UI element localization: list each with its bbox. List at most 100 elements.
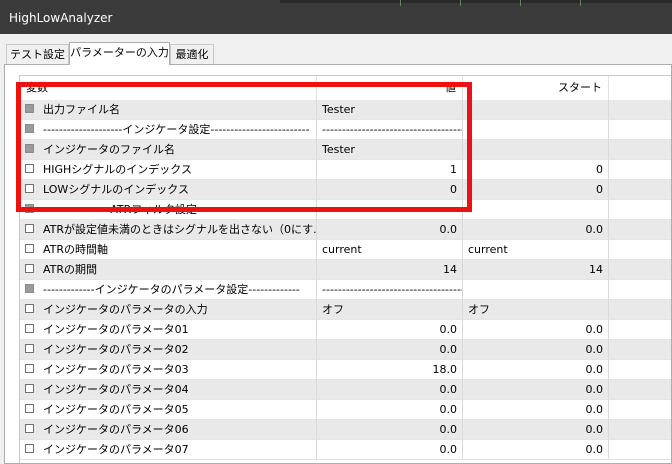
start-cell[interactable] xyxy=(463,200,609,219)
tab-strip: テスト設定 パラメーターの入力 最適化 xyxy=(0,34,672,65)
table-row[interactable]: ATRの期間 14 14 xyxy=(20,260,671,280)
extra-cell xyxy=(609,200,671,219)
column-header-start[interactable]: スタート xyxy=(463,76,609,100)
value-cell[interactable]: ----------------------------------------… xyxy=(317,120,463,139)
table-row[interactable]: HIGHシグナルのインデックス 1 0 xyxy=(20,160,671,180)
parameter-name: インジケータのパラメータの入力 xyxy=(20,300,317,319)
value-cell[interactable]: 0.0 xyxy=(317,380,463,399)
parameter-name: インジケータのパラメータ05 xyxy=(20,400,317,419)
tab-optimization[interactable]: 最適化 xyxy=(170,44,214,64)
value-cell[interactable]: 18.0 xyxy=(317,360,463,379)
parameter-panel: 変数 値 スタート 出力ファイル名 Tester -----------------… xyxy=(4,64,672,464)
table-row[interactable]: -------------インジケータのパラメータ設定-------------… xyxy=(20,280,671,300)
table-row[interactable]: インジケータのパラメータ01 0.0 0.0 xyxy=(20,320,671,340)
table-row[interactable]: インジケータのパラメータ07 0.0 0.0 xyxy=(20,440,671,460)
start-cell[interactable]: 0.0 xyxy=(463,380,609,399)
extra-cell xyxy=(609,320,671,339)
value-cell[interactable]: current xyxy=(317,240,463,259)
start-cell[interactable] xyxy=(463,140,609,159)
table-row[interactable]: インジケータのパラメータ05 0.0 0.0 xyxy=(20,400,671,420)
extra-cell xyxy=(609,340,671,359)
start-cell[interactable] xyxy=(463,280,609,299)
table-row[interactable]: --------------------インジケータ設定------------… xyxy=(20,120,671,140)
value-cell[interactable]: Tester xyxy=(317,100,463,119)
extra-cell xyxy=(609,400,671,419)
table-row[interactable]: インジケータのパラメータ03 18.0 0.0 xyxy=(20,360,671,380)
column-header-rest xyxy=(609,76,671,100)
start-cell[interactable] xyxy=(463,100,609,119)
table-row[interactable]: インジケータのパラメータ04 0.0 0.0 xyxy=(20,380,671,400)
chart-strip xyxy=(280,0,672,6)
start-cell[interactable]: 0.0 xyxy=(463,340,609,359)
start-cell[interactable]: 0 xyxy=(463,160,609,179)
table-row[interactable]: インジケータのパラメータの入力 オフ オフ xyxy=(20,300,671,320)
extra-cell xyxy=(609,220,671,239)
value-cell[interactable]: オフ xyxy=(317,300,463,319)
table-row[interactable]: インジケータのパラメータ06 0.0 0.0 xyxy=(20,420,671,440)
value-cell[interactable]: 0.0 xyxy=(317,320,463,339)
table-row[interactable]: インジケータのファイル名 Tester xyxy=(20,140,671,160)
extra-cell xyxy=(609,180,671,199)
parameter-name: インジケータのファイル名 xyxy=(20,140,317,159)
value-cell[interactable]: 0.0 xyxy=(317,400,463,419)
start-cell[interactable]: 0.0 xyxy=(463,400,609,419)
value-cell[interactable]: Tester xyxy=(317,140,463,159)
extra-cell xyxy=(609,360,671,379)
parameter-name: ATRが設定値未満のときはシグナルを出さない（0にす... xyxy=(20,220,317,239)
start-cell[interactable]: 0.0 xyxy=(463,360,609,379)
table-row[interactable]: -----------------ATRフィルタ設定--------------… xyxy=(20,200,671,220)
parameter-name: -----------------ATRフィルタ設定--------------… xyxy=(20,200,317,219)
start-cell[interactable]: 0 xyxy=(463,180,609,199)
value-cell[interactable]: 0.0 xyxy=(317,420,463,439)
parameter-name: インジケータのパラメータ02 xyxy=(20,340,317,359)
title-bar: HighLowAnalyzer xyxy=(0,0,672,34)
start-cell[interactable]: 0.0 xyxy=(463,320,609,339)
start-cell[interactable]: current xyxy=(463,240,609,259)
extra-cell xyxy=(609,240,671,259)
window-title: HighLowAnalyzer xyxy=(9,11,113,25)
extra-cell xyxy=(609,300,671,319)
parameter-name: ATRの期間 xyxy=(20,260,317,279)
value-cell[interactable]: 1 xyxy=(317,160,463,179)
start-cell[interactable]: 0.0 xyxy=(463,420,609,439)
value-cell[interactable]: 0.0 xyxy=(317,220,463,239)
table-row[interactable]: ATRの時間軸 current current xyxy=(20,240,671,260)
parameter-name: インジケータのパラメータ01 xyxy=(20,320,317,339)
table-row[interactable]: LOWシグナルのインデックス 0 0 xyxy=(20,180,671,200)
value-cell[interactable]: ----------------------------------------… xyxy=(317,280,463,299)
table-row[interactable]: 出力ファイル名 Tester xyxy=(20,100,671,120)
tab-test-settings[interactable]: テスト設定 xyxy=(6,44,69,64)
parameter-name: HIGHシグナルのインデックス xyxy=(20,160,317,179)
value-cell[interactable]: ----------------------------------------… xyxy=(317,200,463,219)
start-cell[interactable]: オフ xyxy=(463,300,609,319)
table-row[interactable]: ATRが設定値未満のときはシグナルを出さない（0にす... 0.0 0.0 xyxy=(20,220,671,240)
parameter-grid: 変数 値 スタート 出力ファイル名 Tester -----------------… xyxy=(19,75,671,463)
parameter-name: インジケータのパラメータ03 xyxy=(20,360,317,379)
start-cell[interactable]: 0.0 xyxy=(463,220,609,239)
extra-cell xyxy=(609,120,671,139)
tab-parameter-input[interactable]: パラメーターの入力 xyxy=(69,42,170,65)
start-cell[interactable]: 14 xyxy=(463,260,609,279)
extra-cell xyxy=(609,380,671,399)
parameter-name: インジケータのパラメータ06 xyxy=(20,420,317,439)
value-cell[interactable]: 14 xyxy=(317,260,463,279)
extra-cell xyxy=(609,260,671,279)
column-header-variable[interactable]: 変数 xyxy=(20,76,317,100)
start-cell[interactable] xyxy=(463,120,609,139)
parameter-name: LOWシグナルのインデックス xyxy=(20,180,317,199)
extra-cell xyxy=(609,440,671,459)
extra-cell xyxy=(609,140,671,159)
table-row[interactable]: インジケータのパラメータ02 0.0 0.0 xyxy=(20,340,671,360)
extra-cell xyxy=(609,280,671,299)
parameter-name: --------------------インジケータ設定------------… xyxy=(20,120,317,139)
start-cell[interactable]: 0.0 xyxy=(463,440,609,459)
column-header-value[interactable]: 値 xyxy=(317,76,463,100)
value-cell[interactable]: 0.0 xyxy=(317,340,463,359)
extra-cell xyxy=(609,100,671,119)
extra-cell xyxy=(609,160,671,179)
value-cell[interactable]: 0 xyxy=(317,180,463,199)
value-cell[interactable]: 0.0 xyxy=(317,440,463,459)
parameter-name: インジケータのパラメータ07 xyxy=(20,440,317,459)
parameter-name: インジケータのパラメータ04 xyxy=(20,380,317,399)
grid-header: 変数 値 スタート xyxy=(20,76,671,101)
